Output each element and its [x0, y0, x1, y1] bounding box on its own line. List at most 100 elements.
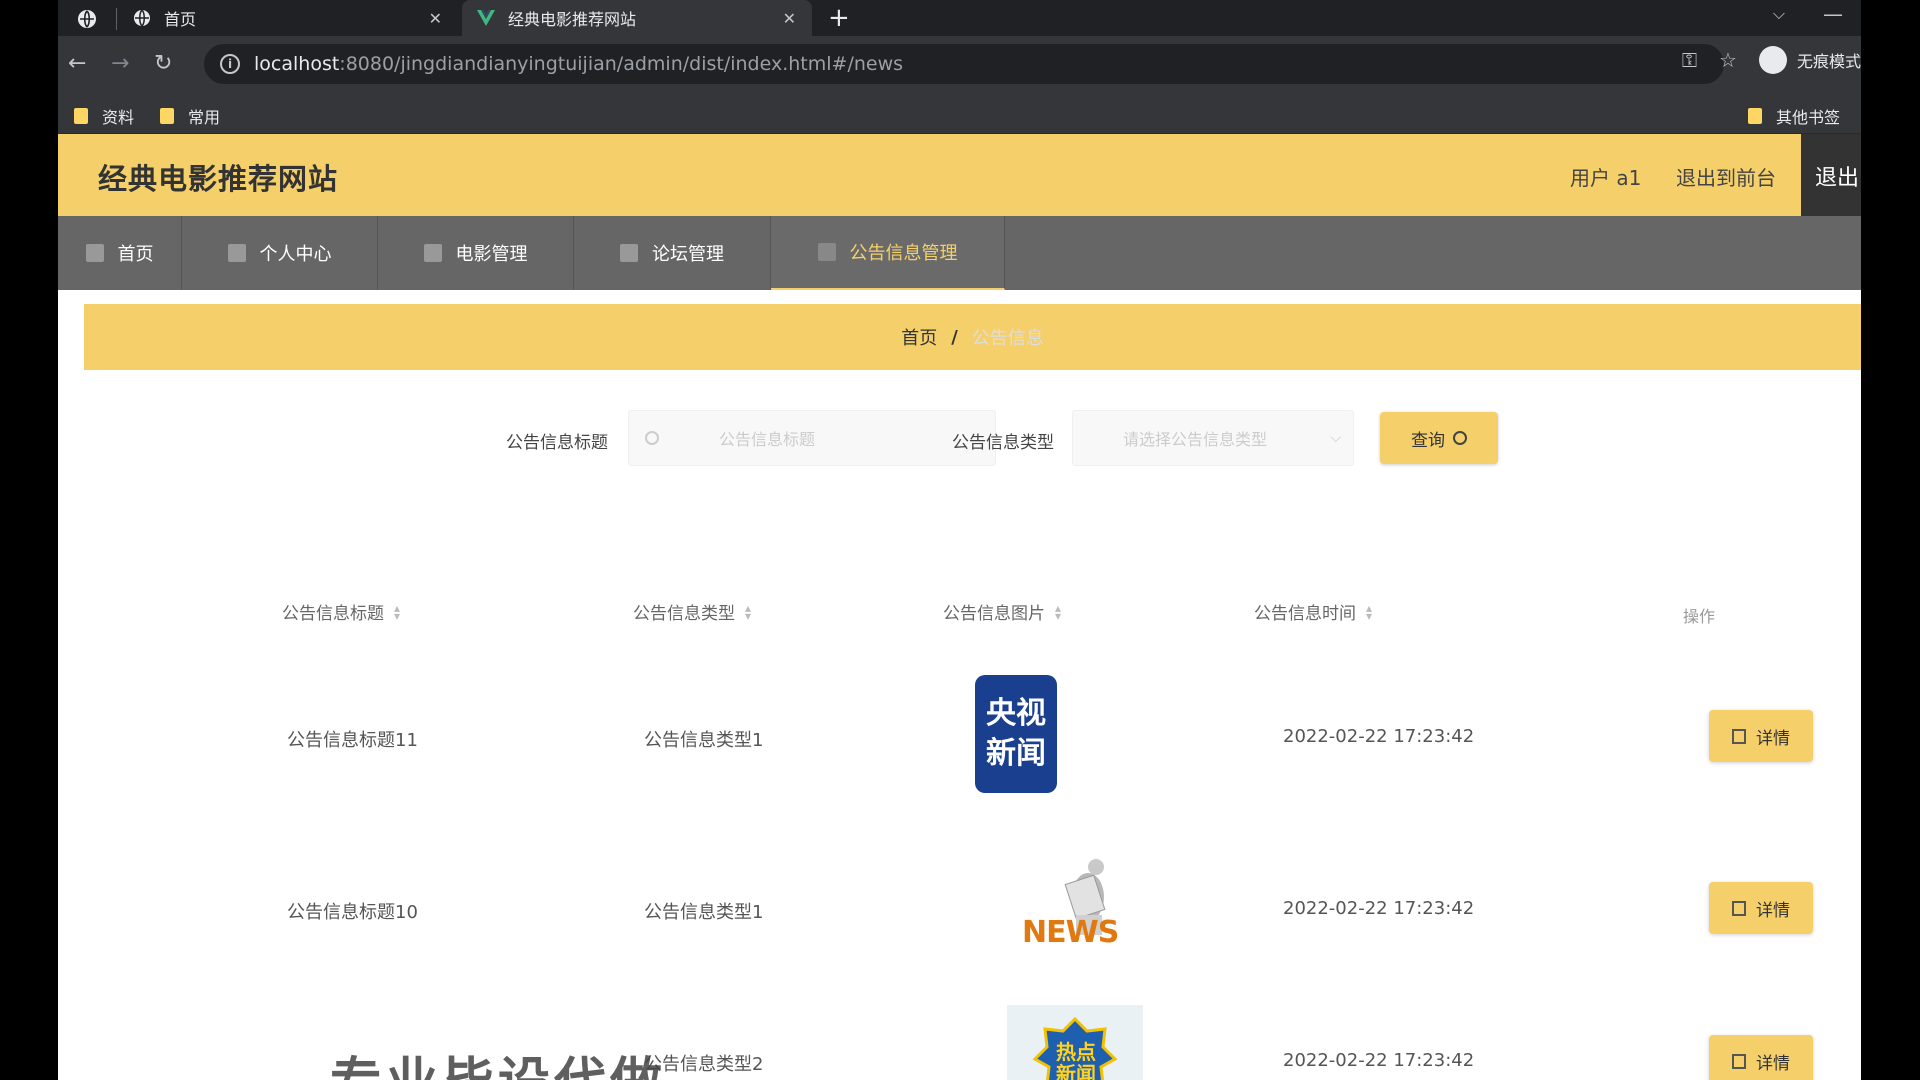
bookmark-label: 资料: [102, 108, 135, 127]
col-header-type[interactable]: 公告信息类型 ▴ ▾: [633, 599, 751, 625]
cell-title: 公告信息标题11: [287, 730, 418, 751]
tab-label: 首页: [164, 10, 197, 29]
sort-icon[interactable]: ▴ ▾: [1055, 602, 1061, 622]
notice-icon: [817, 243, 836, 261]
menu-label: 公告信息管理: [849, 243, 958, 264]
search-icon: [1453, 431, 1467, 445]
back-to-front-link[interactable]: 退出到前台: [1676, 162, 1776, 191]
address-bar[interactable]: i localhost:8080/jingdiandianyingtuijian…: [204, 44, 1724, 84]
header-label: 公告信息类型: [633, 604, 735, 624]
notice-image-cctv: 央视 新闻: [975, 675, 1057, 793]
menu-item-movie-management[interactable]: 电影管理: [378, 216, 574, 290]
breadcrumb-home[interactable]: 首页: [901, 324, 937, 350]
input-placeholder: 公告信息标题: [719, 430, 816, 449]
folder-icon: [160, 108, 174, 124]
incognito-icon: [1758, 46, 1787, 74]
header-label: 操作: [1683, 607, 1716, 626]
reload-icon[interactable]: ↻: [154, 52, 172, 76]
image-text: 热点 新闻: [1051, 1041, 1101, 1080]
search-icon: [645, 431, 659, 445]
site-title: 经典电影推荐网站: [98, 162, 339, 196]
url-host: localhost: [254, 53, 340, 75]
tab-label: 经典电影推荐网站: [508, 10, 637, 29]
close-icon[interactable]: ✕: [783, 9, 796, 28]
globe-icon: [132, 8, 152, 28]
forward-arrow-icon[interactable]: →: [111, 52, 129, 76]
detail-button[interactable]: 详情: [1709, 710, 1813, 762]
tab-search-icon[interactable]: [76, 8, 98, 34]
main-menu: 首页 个人中心 电影管理 论坛管理 公告信息管理: [58, 216, 1861, 290]
document-icon: [1732, 1053, 1746, 1069]
image-text: 新闻: [986, 736, 1046, 771]
other-bookmarks[interactable]: 其他书签: [1748, 104, 1840, 128]
type-search-label: 公告信息类型: [952, 433, 1054, 453]
col-header-image[interactable]: 公告信息图片 ▴ ▾: [943, 599, 1061, 625]
sort-icon[interactable]: ▴ ▾: [745, 602, 751, 622]
current-user: 用户 a1: [1570, 166, 1642, 190]
new-tab-icon[interactable]: +: [828, 3, 850, 33]
title-search-label: 公告信息标题: [506, 433, 608, 453]
sort-icon[interactable]: ▴ ▾: [1366, 602, 1372, 622]
folder-icon: [1748, 108, 1762, 124]
back-arrow-icon[interactable]: ←: [68, 52, 86, 76]
star-icon[interactable]: ☆: [1719, 48, 1737, 72]
sort-icon[interactable]: ▴ ▾: [394, 602, 400, 622]
col-header-title[interactable]: 公告信息标题 ▴ ▾: [282, 599, 400, 625]
watermark-overlay: 专业毕设代做: [330, 1040, 666, 1080]
url-path: :8080/jingdiandianyingtuijian/admin/dist…: [339, 53, 904, 75]
toolbar-icons: ⚿ ☆ 无痕模式: [1682, 46, 1861, 74]
bookmark-label: 常用: [188, 108, 221, 127]
header-label: 公告信息时间: [1254, 604, 1356, 624]
table-row: 公告信息标题11 公告信息类型1 央视 新闻 2022-02-22 17:23:…: [108, 675, 1861, 845]
breadcrumb: 首页 / 公告信息: [84, 304, 1861, 370]
menu-label: 首页: [117, 244, 154, 265]
tab-movie-site[interactable]: 经典电影推荐网站 ✕: [462, 0, 812, 36]
image-text-line: 新闻: [1056, 1062, 1096, 1080]
home-icon: [85, 244, 104, 262]
logout-button[interactable]: 退出: [1801, 134, 1861, 216]
image-text-line: 热点: [1056, 1040, 1096, 1064]
menu-label: 个人中心: [259, 244, 332, 265]
menu-item-notice-management[interactable]: 公告信息管理: [771, 216, 1005, 290]
chevron-down-icon[interactable]: ⌵: [1773, 4, 1785, 24]
type-select[interactable]: 请选择公告信息类型 ⌵: [1072, 410, 1354, 466]
button-label: 详情: [1756, 1053, 1790, 1074]
bookmark-folder[interactable]: 资料: [74, 104, 134, 128]
incognito-indicator[interactable]: 无痕模式: [1758, 46, 1861, 74]
header-label: 公告信息标题: [282, 604, 384, 624]
cell-time: 2022-02-22 17:23:42: [1283, 726, 1475, 747]
bookmark-folder[interactable]: 常用: [160, 104, 220, 128]
minimize-icon[interactable]: —: [1823, 2, 1843, 26]
user-icon: [227, 244, 246, 262]
query-button[interactable]: 查询: [1380, 412, 1498, 464]
menu-item-forum-management[interactable]: 论坛管理: [574, 216, 771, 290]
app-header: 经典电影推荐网站 用户 a1 退出到前台 退出: [58, 134, 1861, 216]
screen: 首页 ✕ 经典电影推荐网站 ✕ + ⌵ — ← → ↻ i localhost:…: [0, 0, 1920, 1080]
menu-item-home[interactable]: 首页: [58, 216, 182, 290]
title-search-input[interactable]: 公告信息标题: [628, 410, 996, 466]
detail-button[interactable]: 详情: [1709, 1035, 1813, 1080]
forum-icon: [620, 244, 638, 262]
film-icon: [423, 244, 442, 262]
notice-image-hot-news: 热点 新闻: [1007, 1005, 1143, 1080]
cell-type: 公告信息类型1: [644, 902, 764, 923]
menu-item-personal-center[interactable]: 个人中心: [182, 216, 378, 290]
col-header-time[interactable]: 公告信息时间 ▴ ▾: [1254, 599, 1372, 625]
menu-label: 论坛管理: [652, 244, 724, 265]
cell-time: 2022-02-22 17:23:42: [1283, 1050, 1475, 1071]
chevron-down-icon: ⌵: [1330, 430, 1341, 446]
button-label: 查询: [1411, 430, 1445, 451]
detail-button[interactable]: 详情: [1709, 882, 1813, 934]
cell-title: 公告信息标题10: [287, 902, 418, 923]
breadcrumb-current: 公告信息: [971, 328, 1044, 349]
close-icon[interactable]: ✕: [429, 9, 442, 28]
bookmarks-bar: 资料 常用 其他书签: [58, 92, 1861, 134]
select-placeholder: 请选择公告信息类型: [1123, 430, 1268, 449]
key-icon[interactable]: ⚿: [1682, 48, 1697, 72]
info-icon[interactable]: i: [220, 54, 240, 74]
browser-toolbar: ← → ↻ i localhost:8080/jingdiandianyingt…: [58, 36, 1861, 92]
tab-home[interactable]: 首页 ✕: [118, 0, 458, 36]
incognito-label: 无痕模式: [1796, 52, 1861, 71]
breadcrumb-separator: /: [951, 326, 958, 348]
tab-bar: 首页 ✕ 经典电影推荐网站 ✕ + ⌵ —: [58, 0, 1861, 36]
